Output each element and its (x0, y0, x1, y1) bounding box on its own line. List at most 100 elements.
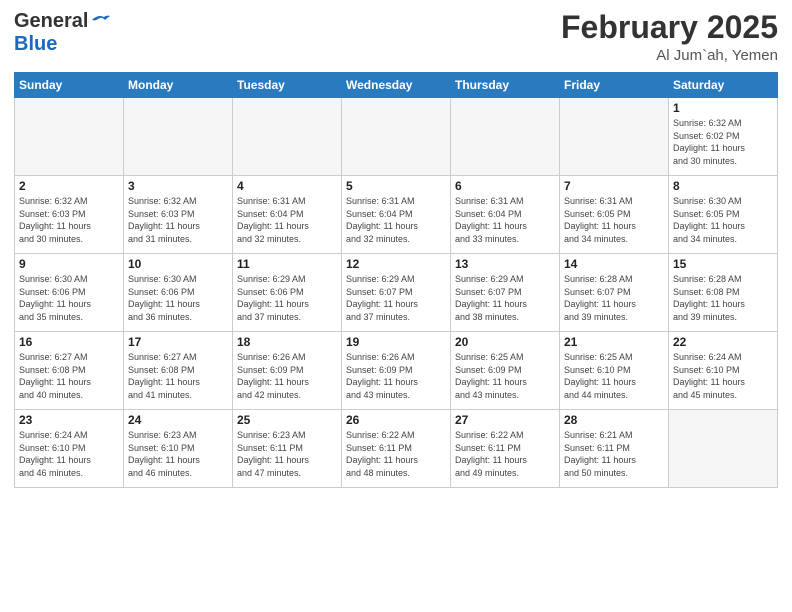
table-row (451, 98, 560, 176)
day-info: Sunrise: 6:31 AMSunset: 6:04 PMDaylight:… (455, 195, 555, 245)
calendar-week-row: 1 Sunrise: 6:32 AMSunset: 6:02 PMDaylight… (15, 98, 778, 176)
day-info: Sunrise: 6:24 AMSunset: 6:10 PMDaylight:… (673, 351, 773, 401)
table-row: 25 Sunrise: 6:23 AMSunset: 6:11 PMDayligh… (233, 410, 342, 488)
day-info: Sunrise: 6:22 AMSunset: 6:11 PMDaylight:… (455, 429, 555, 479)
day-number: 9 (19, 257, 119, 271)
day-number: 13 (455, 257, 555, 271)
day-info: Sunrise: 6:31 AMSunset: 6:05 PMDaylight:… (564, 195, 664, 245)
day-info: Sunrise: 6:30 AMSunset: 6:06 PMDaylight:… (19, 273, 119, 323)
day-number: 21 (564, 335, 664, 349)
table-row (124, 98, 233, 176)
day-info: Sunrise: 6:32 AMSunset: 6:03 PMDaylight:… (128, 195, 228, 245)
day-number: 12 (346, 257, 446, 271)
table-row: 19Sunrise: 6:26 AMSunset: 6:09 PMDayligh… (342, 332, 451, 410)
day-info: Sunrise: 6:24 AMSunset: 6:10 PMDaylight:… (19, 429, 119, 479)
day-info: Sunrise: 6:32 AMSunset: 6:02 PMDaylight:… (673, 117, 773, 167)
table-row: 9 Sunrise: 6:30 AMSunset: 6:06 PMDaylight… (15, 254, 124, 332)
table-row: 16Sunrise: 6:27 AMSunset: 6:08 PMDayligh… (15, 332, 124, 410)
page: General Blue February 2025 Al Jum`ah, Ye… (0, 0, 792, 612)
day-info: Sunrise: 6:25 AMSunset: 6:10 PMDaylight:… (564, 351, 664, 401)
day-number: 7 (564, 179, 664, 193)
day-info: Sunrise: 6:31 AMSunset: 6:04 PMDaylight:… (346, 195, 446, 245)
day-number: 19 (346, 335, 446, 349)
calendar-header-row: Sunday Monday Tuesday Wednesday Thursday… (15, 73, 778, 98)
table-row (560, 98, 669, 176)
table-row: 18 Sunrise: 6:26 AMSunset: 6:09 PMDayligh… (233, 332, 342, 410)
day-number: 10 (128, 257, 228, 271)
calendar-week-row: 23 Sunrise: 6:24 AMSunset: 6:10 PMDayligh… (15, 410, 778, 488)
calendar-week-row: 2Sunrise: 6:32 AMSunset: 6:03 PMDaylight… (15, 176, 778, 254)
day-info: Sunrise: 6:21 AMSunset: 6:11 PMDaylight:… (564, 429, 664, 479)
table-row: 21 Sunrise: 6:25 AMSunset: 6:10 PMDayligh… (560, 332, 669, 410)
day-number: 20 (455, 335, 555, 349)
day-number: 5 (346, 179, 446, 193)
table-row: 17Sunrise: 6:27 AMSunset: 6:08 PMDayligh… (124, 332, 233, 410)
day-number: 1 (673, 101, 773, 115)
table-row: 11Sunrise: 6:29 AMSunset: 6:06 PMDayligh… (233, 254, 342, 332)
day-info: Sunrise: 6:28 AMSunset: 6:07 PMDaylight:… (564, 273, 664, 323)
day-number: 26 (346, 413, 446, 427)
table-row: 12 Sunrise: 6:29 AMSunset: 6:07 PMDayligh… (342, 254, 451, 332)
calendar-week-row: 9 Sunrise: 6:30 AMSunset: 6:06 PMDaylight… (15, 254, 778, 332)
day-info: Sunrise: 6:29 AMSunset: 6:07 PMDaylight:… (346, 273, 446, 323)
day-number: 4 (237, 179, 337, 193)
table-row: 26 Sunrise: 6:22 AMSunset: 6:11 PMDayligh… (342, 410, 451, 488)
day-number: 27 (455, 413, 555, 427)
col-sunday: Sunday (15, 73, 124, 98)
col-thursday: Thursday (451, 73, 560, 98)
table-row (669, 410, 778, 488)
table-row: 4 Sunrise: 6:31 AMSunset: 6:04 PMDaylight… (233, 176, 342, 254)
day-info: Sunrise: 6:25 AMSunset: 6:09 PMDaylight:… (455, 351, 555, 401)
day-info: Sunrise: 6:23 AMSunset: 6:11 PMDaylight:… (237, 429, 337, 479)
table-row: 14Sunrise: 6:28 AMSunset: 6:07 PMDayligh… (560, 254, 669, 332)
day-number: 15 (673, 257, 773, 271)
day-info: Sunrise: 6:29 AMSunset: 6:07 PMDaylight:… (455, 273, 555, 323)
col-monday: Monday (124, 73, 233, 98)
day-info: Sunrise: 6:30 AMSunset: 6:06 PMDaylight:… (128, 273, 228, 323)
day-number: 8 (673, 179, 773, 193)
day-number: 24 (128, 413, 228, 427)
day-info: Sunrise: 6:30 AMSunset: 6:05 PMDaylight:… (673, 195, 773, 245)
day-info: Sunrise: 6:32 AMSunset: 6:03 PMDaylight:… (19, 195, 119, 245)
table-row (15, 98, 124, 176)
col-wednesday: Wednesday (342, 73, 451, 98)
header: General Blue February 2025 Al Jum`ah, Ye… (14, 10, 778, 64)
logo: General Blue (14, 10, 110, 56)
day-number: 16 (19, 335, 119, 349)
col-tuesday: Tuesday (233, 73, 342, 98)
col-saturday: Saturday (669, 73, 778, 98)
day-number: 3 (128, 179, 228, 193)
table-row: 7 Sunrise: 6:31 AMSunset: 6:05 PMDaylight… (560, 176, 669, 254)
table-row: 28 Sunrise: 6:21 AMSunset: 6:11 PMDayligh… (560, 410, 669, 488)
day-info: Sunrise: 6:27 AMSunset: 6:08 PMDaylight:… (128, 351, 228, 401)
table-row: 13 Sunrise: 6:29 AMSunset: 6:07 PMDayligh… (451, 254, 560, 332)
table-row (233, 98, 342, 176)
day-info: Sunrise: 6:23 AMSunset: 6:10 PMDaylight:… (128, 429, 228, 479)
logo-general: General (14, 10, 88, 33)
table-row: 22 Sunrise: 6:24 AMSunset: 6:10 PMDayligh… (669, 332, 778, 410)
day-info: Sunrise: 6:26 AMSunset: 6:09 PMDaylight:… (237, 351, 337, 401)
title-month: February 2025 (561, 10, 778, 45)
table-row: 23 Sunrise: 6:24 AMSunset: 6:10 PMDayligh… (15, 410, 124, 488)
day-number: 23 (19, 413, 119, 427)
table-row: 3 Sunrise: 6:32 AMSunset: 6:03 PMDaylight… (124, 176, 233, 254)
table-row: 24 Sunrise: 6:23 AMSunset: 6:10 PMDayligh… (124, 410, 233, 488)
day-number: 25 (237, 413, 337, 427)
day-info: Sunrise: 6:22 AMSunset: 6:11 PMDaylight:… (346, 429, 446, 479)
day-number: 6 (455, 179, 555, 193)
table-row: 2Sunrise: 6:32 AMSunset: 6:03 PMDaylight… (15, 176, 124, 254)
day-info: Sunrise: 6:28 AMSunset: 6:08 PMDaylight:… (673, 273, 773, 323)
logo-bird-icon (90, 12, 110, 28)
day-number: 22 (673, 335, 773, 349)
day-number: 28 (564, 413, 664, 427)
day-number: 11 (237, 257, 337, 271)
calendar-table: Sunday Monday Tuesday Wednesday Thursday… (14, 72, 778, 488)
title-block: February 2025 Al Jum`ah, Yemen (561, 10, 778, 64)
day-info: Sunrise: 6:31 AMSunset: 6:04 PMDaylight:… (237, 195, 337, 245)
col-friday: Friday (560, 73, 669, 98)
table-row: 15 Sunrise: 6:28 AMSunset: 6:08 PMDayligh… (669, 254, 778, 332)
title-location: Al Jum`ah, Yemen (561, 47, 778, 64)
table-row: 5 Sunrise: 6:31 AMSunset: 6:04 PMDaylight… (342, 176, 451, 254)
table-row: 20 Sunrise: 6:25 AMSunset: 6:09 PMDayligh… (451, 332, 560, 410)
day-number: 18 (237, 335, 337, 349)
